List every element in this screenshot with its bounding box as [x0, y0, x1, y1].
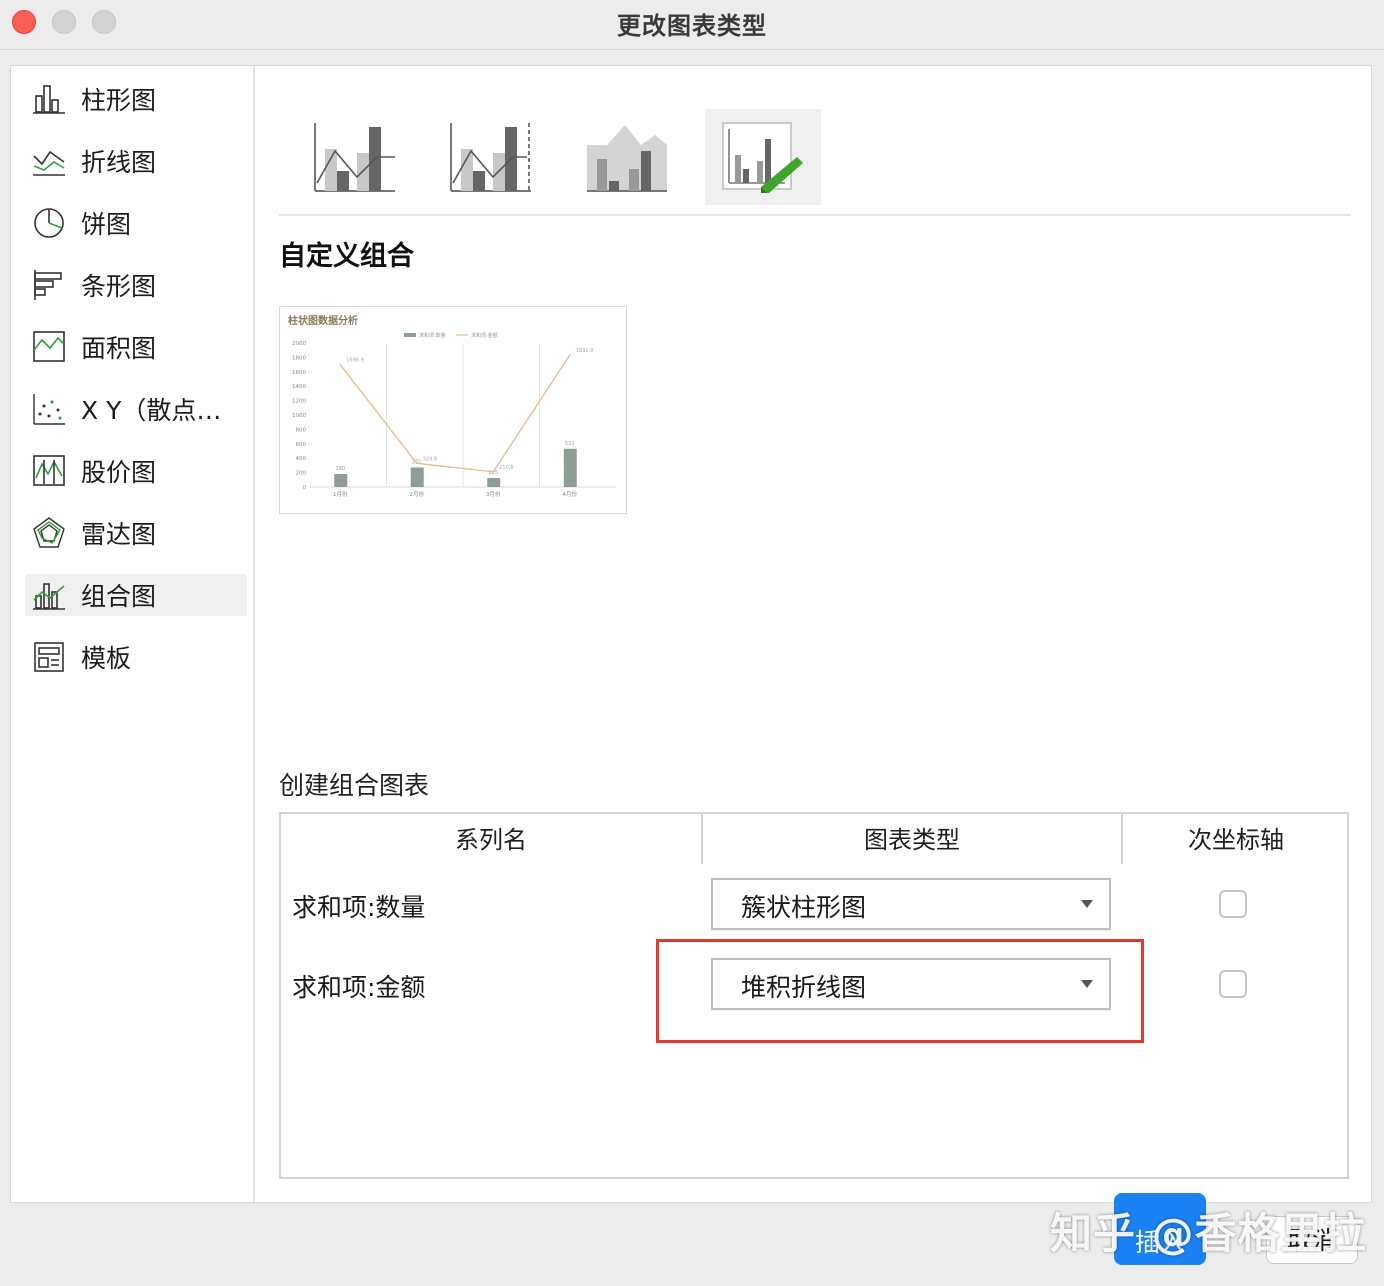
sidebar-item-label: 条形图 — [81, 272, 157, 301]
combo-subtype-tabs — [279, 106, 1351, 216]
legend-label: 求和项:数量 — [419, 332, 446, 339]
line-data-label: 210.6 — [499, 465, 513, 471]
y-tick-label: 200 — [296, 471, 307, 477]
sidebar-item-stock[interactable]: 股价图 — [25, 450, 247, 492]
sidebar-item-label: 折线图 — [81, 148, 157, 177]
sidebar-item-radar[interactable]: 雷达图 — [25, 512, 247, 554]
header-series-name: 系列名 — [455, 826, 527, 854]
sidebar-item-scatter[interactable]: X Y（散点… — [25, 388, 247, 430]
sidebar-item-label: X Y（散点… — [81, 396, 222, 425]
bar-data-label: 180 — [335, 466, 345, 472]
secondary-axis-checkbox-amount[interactable] — [1219, 970, 1247, 998]
sidebar-item-line[interactable]: 折线图 — [25, 140, 247, 182]
sidebar-item-label: 柱形图 — [81, 86, 157, 115]
x-tick-label: 4月份 — [563, 490, 578, 498]
bar-data-label: 531 — [565, 441, 575, 447]
x-tick-label: 3月份 — [486, 490, 501, 498]
custom-combo-icon — [722, 122, 803, 193]
column-line-secondary-axis-icon — [450, 123, 531, 192]
bar-mark — [563, 448, 577, 487]
stock-chart-icon — [31, 453, 67, 489]
y-tick-label: 0 — [303, 485, 307, 491]
series-name-amount: 求和项:金额 — [292, 973, 426, 1002]
column-line-icon — [314, 123, 395, 192]
title-bar: 更改图表类型 — [0, 0, 1384, 50]
chart-category-sidebar: 柱形图 折线图 饼图 条形图 面积图 X Y（散点… 股价图 雷达图 组合图 模… — [11, 66, 255, 1202]
y-tick-label: 800 — [296, 427, 307, 433]
secondary-axis-checkbox-quantity[interactable] — [1219, 890, 1247, 918]
subtype-stacked-area-column[interactable] — [569, 109, 685, 205]
area-chart-icon — [31, 329, 67, 365]
sidebar-item-label: 雷达图 — [81, 520, 157, 549]
y-tick-label: 600 — [296, 442, 307, 448]
sidebar-item-label: 面积图 — [81, 334, 157, 363]
window-title: 更改图表类型 — [617, 12, 767, 40]
chart-type-select-quantity[interactable]: 簇状柱形图 — [711, 878, 1111, 930]
scatter-chart-icon — [31, 391, 67, 427]
bar-mark — [487, 478, 501, 487]
legend-label: 求和项:金额 — [471, 332, 498, 339]
radar-chart-icon — [31, 515, 67, 551]
sidebar-item-label: 股价图 — [81, 458, 157, 487]
y-tick-label: 1600 — [292, 370, 306, 376]
bar-mark — [410, 467, 424, 487]
line-point — [492, 471, 495, 473]
y-tick-label: 1200 — [292, 399, 306, 405]
sidebar-item-template[interactable]: 模板 — [25, 636, 247, 678]
sidebar-item-pie[interactable]: 饼图 — [25, 202, 247, 244]
line-point — [339, 363, 342, 366]
section-title: 自定义组合 — [279, 241, 414, 272]
x-tick-label: 2月份 — [410, 490, 425, 498]
bar-mark — [334, 474, 348, 487]
combo-chart-icon — [31, 577, 67, 613]
subtype-column-line-secondary[interactable] — [433, 109, 549, 205]
line-series-path — [339, 354, 571, 473]
subtype-column-line[interactable] — [297, 109, 413, 205]
sidebar-item-label: 组合图 — [81, 582, 157, 611]
line-point — [415, 462, 418, 465]
bar-chart-icon — [31, 267, 67, 303]
sidebar-item-bar[interactable]: 条形图 — [25, 264, 247, 306]
subtype-custom-combo[interactable] — [705, 109, 821, 205]
select-value: 簇状柱形图 — [741, 893, 867, 922]
line-chart-icon — [31, 143, 67, 179]
header-secondary-axis: 次坐标轴 — [1188, 826, 1284, 854]
column-chart-icon — [31, 81, 67, 117]
pie-chart-icon — [31, 205, 67, 241]
y-tick-label: 1400 — [292, 384, 306, 390]
series-name-quantity: 求和项:数量 — [292, 893, 426, 922]
stacked-area-column-icon — [587, 125, 667, 192]
sidebar-item-label: 饼图 — [81, 210, 132, 239]
line-data-label: 1698.9 — [346, 358, 364, 364]
chart-preview: 柱状图数据分析求和项:数量 求和项:金额 0 200 400 600 800 1000 1200… — [279, 306, 627, 514]
create-combo-label: 创建组合图表 — [279, 771, 430, 800]
header-chart-type: 图表类型 — [864, 826, 960, 854]
sidebar-item-area[interactable]: 面积图 — [25, 326, 247, 368]
y-tick-label: 1000 — [292, 413, 306, 419]
annotation-highlight-box — [656, 939, 1144, 1043]
y-tick-label: 2000 — [292, 341, 306, 347]
watermark-text: 知乎 @香格里拉 — [1050, 1209, 1367, 1258]
legend-swatch-bar — [404, 333, 416, 337]
x-tick-label: 1月份 — [333, 490, 348, 498]
template-icon — [31, 639, 67, 675]
line-data-label: 329.8 — [423, 456, 437, 462]
chevron-down-icon — [1081, 900, 1093, 908]
sidebar-item-combo[interactable]: 组合图 — [25, 574, 247, 616]
y-tick-label: 1800 — [292, 355, 306, 361]
line-data-label: 1831.9 — [576, 348, 594, 354]
preview-chart-svg: 柱状图数据分析求和项:数量 求和项:金额 0 200 400 600 800 1000 1200… — [288, 314, 616, 498]
preview-chart-title: 柱状图数据分析 — [288, 314, 358, 327]
line-point — [568, 354, 571, 356]
y-tick-label: 400 — [296, 456, 307, 462]
sidebar-item-column[interactable]: 柱形图 — [25, 78, 247, 120]
sidebar-item-label: 模板 — [81, 644, 132, 673]
